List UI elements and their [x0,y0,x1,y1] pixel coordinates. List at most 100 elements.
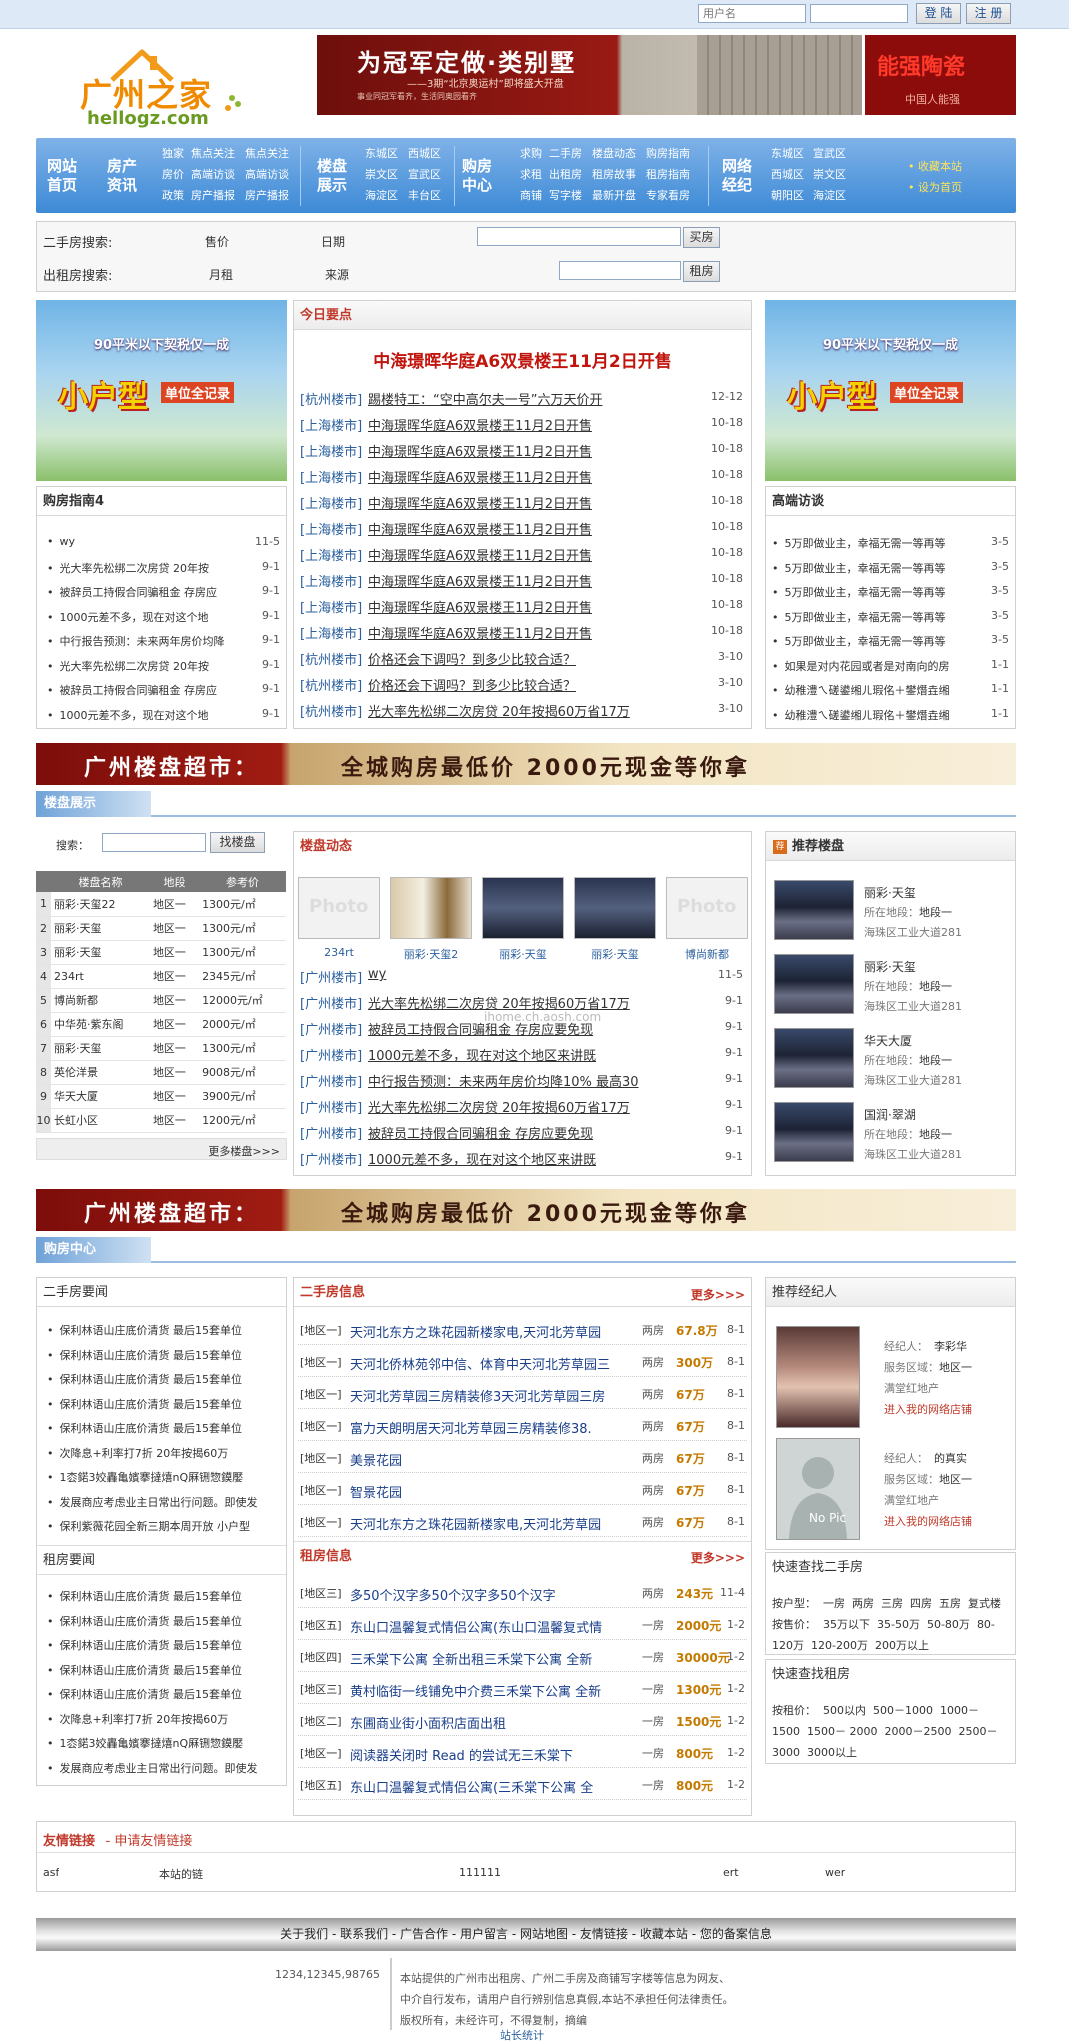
username-input[interactable] [698,4,806,23]
news-item[interactable]: 保利林语山庄底价清货 最后15套单位 [47,1396,279,1412]
info-item[interactable]: 阅读器关闭时 Read 的尝试无三禾棠下 [350,1745,630,1764]
project-photo[interactable]: Photo [298,877,380,939]
news-item[interactable]: 保利林语山庄底价清货 最后15套单位 [47,1686,279,1702]
footer-nav[interactable]: 关于我们 - 联系我们 - 广告合作 - 用户留言 - 网站地图 - 友情链接 … [36,1918,1016,1951]
quick-filter-link[interactable]: 2000－2500 [885,1725,952,1738]
agent-shop-link[interactable]: 进入我的网络店铺 [884,1513,972,1529]
quick-filter-link[interactable]: 500以内 [823,1704,866,1717]
project-photo[interactable] [574,877,656,939]
dynamics-item[interactable]: 光大率先松绑二次房贷 20年按揭60万省17万 [368,1097,678,1116]
dynamics-item-category[interactable]: [广州楼市] [300,1149,362,1168]
friend-link[interactable]: 本站的链 [159,1866,203,1882]
project-row[interactable]: 1 丽彩·天玺22 地区一 1300元/㎡ [36,892,286,917]
small-unit-ad-left[interactable]: 90平米以下契税仅一成 小户型 单位全记录 [36,300,287,481]
friend-link[interactable]: 111111 [459,1866,501,1879]
news-item[interactable]: 次降息+利率打7折 20年按揭60万 [47,1445,279,1461]
info-item[interactable]: 黄村临街一线铺免中介费三禾棠下公寓 全新 [350,1681,630,1700]
news-item[interactable]: 保利林语山庄底价清货 最后15套单位 [47,1371,279,1387]
info-item[interactable]: 天河北东方之珠花园新楼家电,天河北芳草园 [350,1322,630,1341]
project-photo[interactable] [390,877,472,939]
today-item-category[interactable]: [上海楼市] [300,597,362,616]
project-photo-caption[interactable]: 丽彩·天玺 [570,946,660,962]
news-item[interactable]: 保利林语山庄底价清货 最后15套单位 [47,1420,279,1436]
today-item-category[interactable]: [上海楼市] [300,545,362,564]
today-item[interactable]: 中海璟晖华庭A6双景楼王11月2日开售 [368,597,678,616]
nav-projects[interactable]: 楼盘 展示 [314,157,350,195]
news-item[interactable]: 保利林语山庄底价清货 最后15套单位 [47,1322,279,1338]
today-item-category[interactable]: [杭州楼市] [300,649,362,668]
today-item[interactable]: 中海璟晖华庭A6双景楼王11月2日开售 [368,415,678,434]
quick-filter-link[interactable]: 三房 [881,1597,903,1610]
today-item[interactable]: 中海璟晖华庭A6双景楼王11月2日开售 [368,519,678,538]
quick-filter-link[interactable]: 1500－ 2000 [807,1725,878,1738]
friend-link[interactable]: ert [723,1866,739,1879]
stats-link[interactable]: 站长统计 [500,2027,544,2043]
project-photo-caption[interactable]: 234rt [294,946,384,959]
interview-item[interactable]: 5万即做业主，幸福无需一等再等 [772,560,972,576]
dynamics-item[interactable]: 被辞员工持假合同骗租金 存房应要免现 [368,1019,678,1038]
today-item[interactable]: 中海璟晖华庭A6双景楼王11月2日开售 [368,571,678,590]
project-row[interactable]: 7 丽彩·天玺 地区一 1300元/㎡ [36,1036,286,1061]
nav-broker[interactable]: 网络 经纪 [719,157,755,195]
dynamics-item-category[interactable]: [广州楼市] [300,1045,362,1064]
recommend-name[interactable]: 国润·翠湖 [864,1106,916,1123]
interview-item[interactable]: 5万即做业主，幸福无需一等再等 [772,609,972,625]
project-photo-caption[interactable]: 丽彩·天玺 [478,946,568,962]
news-item[interactable]: 发展商应考虑业主日常出行问题。即使发 [47,1494,279,1510]
quick-filter-link[interactable]: 200万以上 [875,1639,929,1652]
project-row[interactable]: 3 丽彩·天玺 地区一 1300元/㎡ [36,940,286,965]
news-item[interactable]: 1枩鍩3姣轟亀嬪搴撻熺nQ厤铏惣鏌嬮 [47,1469,279,1485]
friend-link[interactable]: asf [43,1866,59,1879]
today-item[interactable]: 中海璟晖华庭A6双景楼王11月2日开售 [368,441,678,460]
quick-filter-link[interactable]: 五房 [939,1597,961,1610]
apply-link[interactable]: - 申请友情链接 [106,1834,193,1849]
news-item[interactable]: 1枩鍩3姣轟亀嬪搴撻熺nQ厤铏惣鏌嬮 [47,1735,279,1751]
find-project-button[interactable]: 找楼盘 [210,832,265,853]
nav-news[interactable]: 房产 资讯 [104,157,140,195]
quick-filter-link[interactable]: 50-80万 [927,1618,970,1631]
more-projects-link[interactable]: 更多楼盘>>> [208,1143,280,1159]
info-item[interactable]: 东圃商业街小面积店面出租 [350,1713,630,1732]
quick-filter-link[interactable]: 120-200万 [811,1639,868,1652]
register-button[interactable]: 注 册 [966,3,1011,24]
project-photo-caption[interactable]: 博尚新都 [662,946,752,962]
interview-item[interactable]: 5万即做业主，幸福无需一等再等 [772,584,972,600]
info-item[interactable]: 天河北东方之珠花园新楼家电,天河北芳草园 [350,1514,630,1533]
dynamics-item[interactable]: 光大率先松绑二次房贷 20年按揭60万省17万 [368,993,678,1012]
guide-item[interactable]: 1000元差不多，现在对这个地 [47,707,237,723]
info-item[interactable]: 多50个汉字多50个汉字多50个汉字 [350,1585,630,1604]
today-item-category[interactable]: [杭州楼市] [300,675,362,694]
news-item[interactable]: 保利林语山庄底价清货 最后15套单位 [47,1347,279,1363]
interview-item[interactable]: 幼稚澧ㄟ磋鍙缃ㄦ瑕佲＋鐢熸垚缃 [772,682,972,698]
project-photo[interactable]: Photo [666,877,748,939]
recommend-name[interactable]: 丽彩·天玺 [864,884,916,901]
quick-filter-link[interactable]: 复式楼 [968,1597,1001,1610]
project-photo[interactable] [482,877,564,939]
agent-shop-link[interactable]: 进入我的网络店铺 [884,1401,972,1417]
dynamics-item-category[interactable]: [广州楼市] [300,1123,362,1142]
today-item-category[interactable]: [上海楼市] [300,519,362,538]
dynamics-item-category[interactable]: [广州楼市] [300,993,362,1012]
today-item[interactable]: 价格还会下调吗？到多少比较合适？ [368,675,678,694]
friend-link[interactable]: wer [825,1866,845,1879]
quick-filter-link[interactable]: 500－1000 [873,1704,933,1717]
guide-item[interactable]: 光大率先松绑二次房贷 20年按 [47,658,237,674]
info-item[interactable]: 富力天朗明居天河北芳草园三房精装修38. [350,1418,630,1437]
header-ad-banner[interactable]: 为冠军定做·类别墅 ——3期“北京奥运村”即将盛大开盘 事业同冠军看齐，生活同奥… [317,35,862,115]
recommend-photo[interactable] [774,880,854,940]
promo-banner-1[interactable]: 广州楼盘超市： 全城购房最低价 2000元现金等你拿 [36,743,1016,785]
project-row[interactable]: 2 丽彩·天玺 地区一 1300元/㎡ [36,916,286,941]
today-item-category[interactable]: [杭州楼市] [300,389,362,408]
nav-home[interactable]: 网站 首页 [44,157,80,195]
used-search-input[interactable] [477,227,681,246]
dynamics-item[interactable]: 1000元差不多，现在对这个地区来讲既 [368,1045,678,1064]
today-item-category[interactable]: [上海楼市] [300,415,362,434]
recommend-name[interactable]: 丽彩·天玺 [864,958,916,975]
agent-photo-2[interactable]: No Pic [776,1438,860,1540]
info-item[interactable]: 美景花园 [350,1450,630,1469]
today-item-category[interactable]: [杭州楼市] [300,701,362,720]
project-row[interactable]: 8 英伦洋景 地区一 9008元/㎡ [36,1060,286,1085]
today-item-category[interactable]: [上海楼市] [300,623,362,642]
dynamics-item[interactable]: 1000元差不多，现在对这个地区来讲既 [368,1149,678,1168]
login-button[interactable]: 登 陆 [916,3,961,24]
